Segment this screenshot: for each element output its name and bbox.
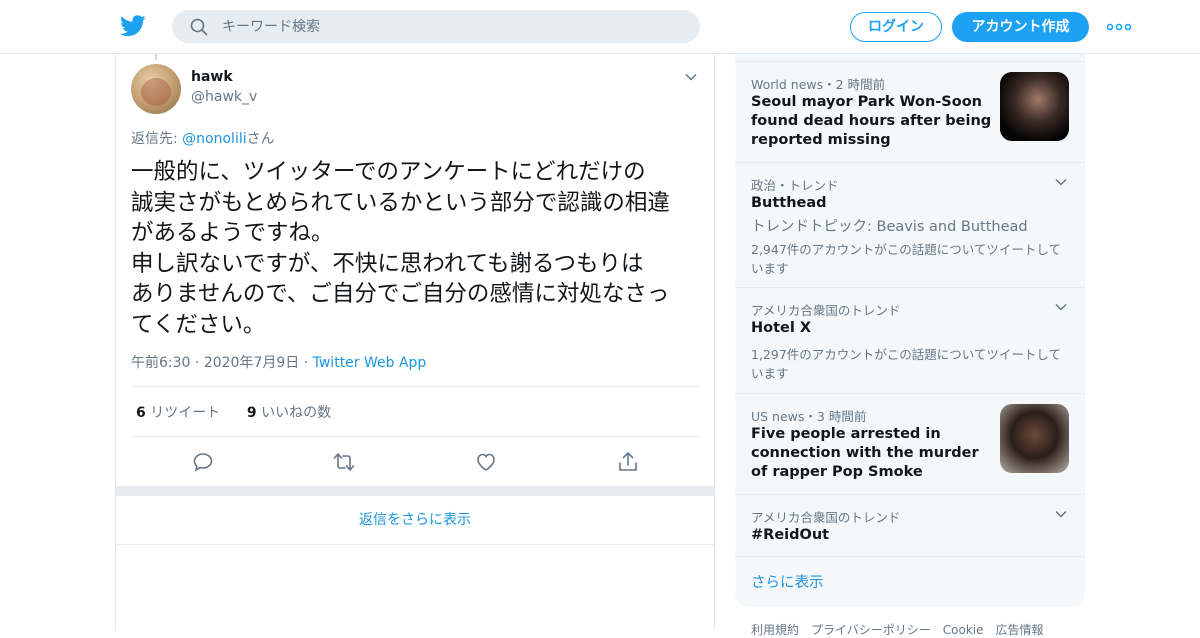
user-name[interactable]: hawk — [191, 69, 233, 85]
trend-context: US news・3 時間前 — [751, 409, 867, 424]
trends-panel: World news・2 時間前 Seoul mayor Park Won-So… — [735, 54, 1085, 607]
trend-tweet-count: 2,947件のアカウントがこの話題についてツイートしています — [751, 242, 1062, 276]
like-stat[interactable]: 9 いいねの数 — [247, 405, 331, 421]
retweet-count: 6 — [136, 405, 146, 421]
search-icon — [190, 18, 208, 36]
trend-context: アメリカ合衆国のトレンド — [751, 510, 901, 525]
trend-item[interactable]: 政治・トレンド Butthead トレンドトピック: Beavis and Bu… — [735, 162, 1085, 287]
reply-user-link[interactable]: @nonolili — [182, 131, 246, 147]
trend-item[interactable]: アメリカ合衆国のトレンド #ReidOut — [735, 494, 1085, 556]
more-options-icon[interactable] — [1106, 17, 1132, 37]
show-more-replies-link[interactable]: 返信をさらに表示 — [116, 496, 714, 545]
chevron-down-icon[interactable] — [1053, 506, 1069, 522]
trend-title: Seoul mayor Park Won-Soon found dead hou… — [751, 94, 992, 148]
search-input[interactable] — [222, 10, 682, 43]
divider — [131, 436, 701, 437]
top-bar: ログイン アカウント作成 — [0, 0, 1200, 54]
trend-tweet-count: 1,297件のアカウントがこの話題についてツイートしています — [751, 347, 1062, 381]
tweet-date[interactable]: 2020年7月9日 — [204, 355, 299, 371]
retweet-icon[interactable] — [332, 450, 356, 474]
trend-title: Five people arrested in connection with … — [751, 426, 979, 480]
trend-context: アメリカ合衆国のトレンド — [751, 303, 901, 318]
chevron-down-icon[interactable] — [1053, 299, 1069, 315]
trend-item[interactable]: World news・2 時間前 Seoul mayor Park Won-So… — [735, 61, 1085, 162]
trend-item[interactable]: US news・3 時間前 Five people arrested in co… — [735, 393, 1085, 494]
trend-context: 政治・トレンド — [751, 178, 839, 193]
tweet-source[interactable]: Twitter Web App — [313, 355, 427, 371]
news-thumbnail[interactable] — [1000, 72, 1069, 141]
user-handle[interactable]: @hawk_v — [191, 89, 257, 105]
tweet-stats: 6 リツイート 9 いいねの数 — [136, 402, 331, 422]
retweet-stat[interactable]: 6 リツイート — [136, 405, 220, 421]
section-separator — [116, 486, 714, 496]
reply-icon[interactable] — [191, 450, 215, 474]
reply-to: 返信先: @nonoliliさん — [131, 128, 275, 148]
share-icon[interactable] — [616, 450, 640, 474]
reply-prefix: 返信先: — [131, 131, 183, 147]
trend-title: #ReidOut — [751, 527, 830, 543]
like-count: 9 — [246, 405, 257, 421]
like-heart-icon[interactable] — [474, 450, 498, 474]
tweet-text: 一般的に、ツイッターでのアンケートにどれだけの 誠実さがもとめられているかという… — [131, 159, 670, 338]
trend-title: Hotel X — [751, 320, 812, 336]
trends-show-more-link[interactable]: さらに表示 — [751, 571, 824, 592]
trend-title: Butthead — [751, 195, 827, 211]
chevron-down-icon[interactable] — [684, 70, 698, 84]
signup-button[interactable]: アカウント作成 — [952, 12, 1089, 42]
twitter-bird-icon[interactable] — [120, 14, 146, 38]
retweet-label: リツイート — [150, 405, 221, 421]
avatar[interactable] — [131, 64, 181, 114]
divider — [131, 386, 701, 387]
like-label: いいねの数 — [261, 405, 332, 421]
tweet-detail: hawk @hawk_v 返信先: @nonoliliさん 一般的に、ツイッター… — [115, 54, 715, 630]
search-box[interactable] — [172, 10, 700, 43]
divider — [735, 556, 1085, 557]
tweet-meta: 午前6:30 · 2020年7月9日 · Twitter Web App — [131, 355, 427, 371]
thread-line — [155, 54, 157, 60]
login-button[interactable]: ログイン — [850, 12, 942, 42]
news-thumbnail[interactable] — [1000, 404, 1069, 473]
trend-subtitle: トレンドトピック: Beavis and Butthead — [751, 219, 1028, 235]
trend-item[interactable]: アメリカ合衆国のトレンド Hotel X 1,297件のアカウントがこの話題につ… — [735, 287, 1085, 393]
tweet-time[interactable]: 午前6:30 — [131, 355, 190, 371]
reply-suffix: さん — [246, 131, 275, 147]
trend-context: World news・2 時間前 — [751, 77, 886, 92]
chevron-down-icon[interactable] — [1053, 174, 1069, 190]
